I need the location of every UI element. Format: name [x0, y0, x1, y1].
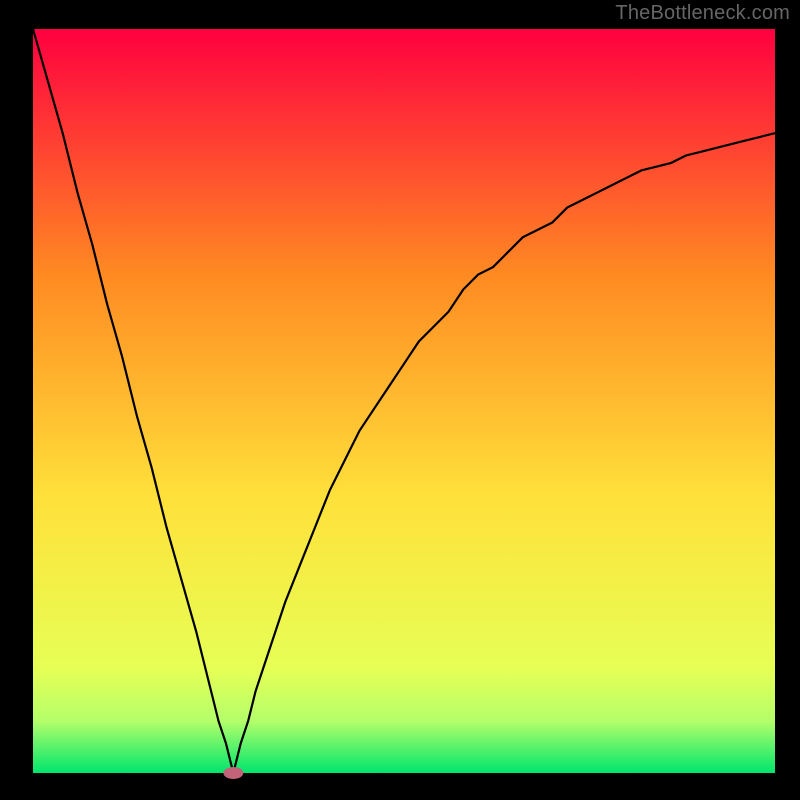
plot-background	[33, 29, 775, 773]
chart-frame: TheBottleneck.com	[0, 0, 800, 800]
bottleneck-chart	[0, 0, 800, 800]
attribution-text: TheBottleneck.com	[615, 2, 790, 25]
minimum-marker	[223, 767, 243, 779]
